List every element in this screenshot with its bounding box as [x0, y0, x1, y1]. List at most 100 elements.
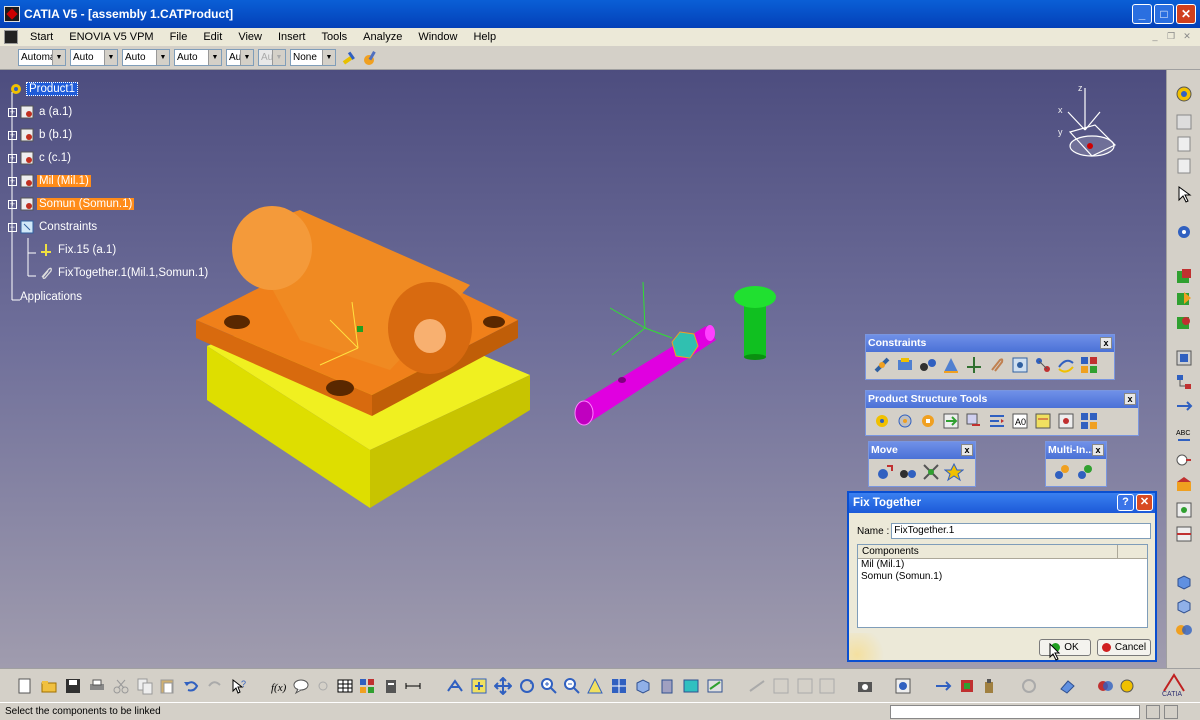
- define-multi-instantiation-icon[interactable]: [1075, 462, 1095, 482]
- doc-restore-icon[interactable]: ❐: [1164, 29, 1178, 43]
- gear-icon[interactable]: [1174, 222, 1194, 242]
- new-part-icon[interactable]: [1174, 288, 1194, 308]
- fit-all-icon[interactable]: [470, 677, 488, 695]
- menu-insert[interactable]: Insert: [270, 31, 314, 43]
- formula-icon[interactable]: f(x): [270, 677, 288, 695]
- menu-view[interactable]: View: [230, 31, 270, 43]
- contact-constraint-icon[interactable]: [895, 355, 915, 375]
- hide-show-icon[interactable]: [682, 677, 700, 695]
- constraints-toolbar[interactable]: Constraints x: [865, 334, 1115, 380]
- measure-icon[interactable]: [404, 677, 422, 695]
- undo-icon[interactable]: [182, 677, 200, 695]
- change-constraint-icon[interactable]: [1056, 355, 1076, 375]
- fast-multi-instantiation-icon[interactable]: [1052, 462, 1072, 482]
- graph-tree-reordering-icon[interactable]: [987, 411, 1007, 431]
- fix-together-dialog[interactable]: Fix Together ? ✕ Name : FixTogether.1 Co…: [847, 491, 1157, 662]
- pan-icon[interactable]: [494, 677, 512, 695]
- point-symbol-combo[interactable]: Aut ▼: [226, 49, 254, 66]
- expand-icon[interactable]: +: [8, 176, 17, 186]
- tree-item-fixtogether[interactable]: FixTogether.1(Mil.1,Somun.1): [38, 264, 210, 282]
- expand-icon[interactable]: +: [8, 107, 17, 117]
- command-input[interactable]: [890, 705, 1140, 719]
- select-arrow-icon[interactable]: [1174, 184, 1194, 204]
- normal-view-icon[interactable]: [586, 677, 604, 695]
- list-item[interactable]: Mil (Mil.1): [858, 559, 1147, 571]
- cube-icon[interactable]: [1174, 596, 1194, 616]
- name-input[interactable]: FixTogether.1: [891, 523, 1152, 539]
- menu-start[interactable]: Start: [22, 31, 61, 43]
- swap-visible-space-icon[interactable]: [706, 677, 724, 695]
- angle-constraint-icon[interactable]: [941, 355, 961, 375]
- replace-component-icon[interactable]: [964, 411, 984, 431]
- catalog-browser-icon[interactable]: [358, 677, 376, 695]
- tree-icon[interactable]: [1174, 372, 1194, 392]
- zoom-out-icon[interactable]: [563, 677, 581, 695]
- menu-window[interactable]: Window: [410, 31, 465, 43]
- manage-representations-icon[interactable]: [1056, 411, 1076, 431]
- dialog-close-button[interactable]: ✕: [1136, 494, 1153, 511]
- insert-product-icon[interactable]: [895, 411, 915, 431]
- table-icon[interactable]: [336, 677, 354, 695]
- enhanced-scene-icon[interactable]: [1174, 500, 1194, 520]
- section-icon[interactable]: [1174, 524, 1194, 544]
- snap-icon[interactable]: [898, 462, 918, 482]
- flexible-rigid-icon[interactable]: [1033, 355, 1053, 375]
- tree-item-product1[interactable]: Product1: [8, 80, 79, 98]
- menu-analyze[interactable]: Analyze: [355, 31, 410, 43]
- lineweight-combo[interactable]: Auto ▼: [174, 49, 222, 66]
- offset-constraint-icon[interactable]: [918, 355, 938, 375]
- existing-part-icon[interactable]: [1174, 312, 1194, 332]
- clash-icon[interactable]: [1174, 620, 1194, 640]
- product-structure-toolbar[interactable]: Product Structure Tools x A0: [865, 390, 1139, 436]
- part-c-pin[interactable]: [734, 286, 776, 360]
- new-component-icon[interactable]: [1174, 266, 1194, 286]
- generate-numbering-icon[interactable]: A0: [1010, 411, 1030, 431]
- zoom-in-icon[interactable]: [540, 677, 558, 695]
- menu-tools[interactable]: Tools: [313, 31, 355, 43]
- catia-app-icon[interactable]: [4, 6, 20, 22]
- tool-icon[interactable]: [958, 677, 976, 695]
- cancel-button[interactable]: Cancel: [1097, 639, 1151, 656]
- scene-icon[interactable]: [1174, 474, 1194, 494]
- fly-icon[interactable]: [446, 677, 464, 695]
- new-file-icon[interactable]: [16, 677, 34, 695]
- list-item[interactable]: Somun (Somun.1): [858, 571, 1147, 583]
- redo-icon[interactable]: [206, 677, 224, 695]
- panel-close-icon[interactable]: x: [1100, 337, 1112, 349]
- close-button[interactable]: ✕: [1176, 4, 1196, 24]
- annotation-icon[interactable]: [1174, 450, 1194, 470]
- grid-icon[interactable]: [772, 677, 790, 695]
- expand-icon[interactable]: +: [8, 199, 17, 209]
- save-icon[interactable]: [64, 677, 82, 695]
- tree-item-constraints[interactable]: − Constraints: [8, 218, 99, 236]
- layer-combo[interactable]: None ▼: [290, 49, 336, 66]
- rotate-icon[interactable]: [518, 677, 536, 695]
- move-component-icon[interactable]: [934, 677, 952, 695]
- components-list[interactable]: Components Mil (Mil.1) Somun (Somun.1): [857, 544, 1148, 628]
- minimize-button[interactable]: _: [1132, 4, 1152, 24]
- document-icon[interactable]: [4, 30, 18, 44]
- sectioning-icon[interactable]: [1118, 677, 1136, 695]
- sheet-icon[interactable]: [1174, 156, 1194, 176]
- color-combo[interactable]: Automa ▼: [18, 49, 66, 66]
- tree-item-a[interactable]: + a (a.1): [8, 103, 74, 121]
- compass-icon[interactable]: [1067, 88, 1117, 157]
- eraser-icon[interactable]: [1058, 677, 1076, 695]
- insert-part-icon[interactable]: [918, 411, 938, 431]
- menu-enovia[interactable]: ENOVIA V5 VPM: [61, 31, 161, 43]
- menu-file[interactable]: File: [162, 31, 196, 43]
- scenes-icon[interactable]: [894, 677, 912, 695]
- sketch-icon[interactable]: [748, 677, 766, 695]
- status-button[interactable]: [1146, 705, 1160, 719]
- expand-icon[interactable]: +: [8, 153, 17, 163]
- graphic-properties-icon[interactable]: [362, 49, 380, 67]
- print-icon[interactable]: [88, 677, 106, 695]
- help-button[interactable]: ?: [1117, 494, 1134, 511]
- cube-icon[interactable]: [1174, 572, 1194, 592]
- quick-constraint-icon[interactable]: [1010, 355, 1030, 375]
- selective-load-icon[interactable]: [1033, 411, 1053, 431]
- existing-component-icon[interactable]: [941, 411, 961, 431]
- tree-item-applications[interactable]: Applications: [18, 288, 84, 306]
- menu-edit[interactable]: Edit: [195, 31, 230, 43]
- bottle-icon[interactable]: [980, 677, 998, 695]
